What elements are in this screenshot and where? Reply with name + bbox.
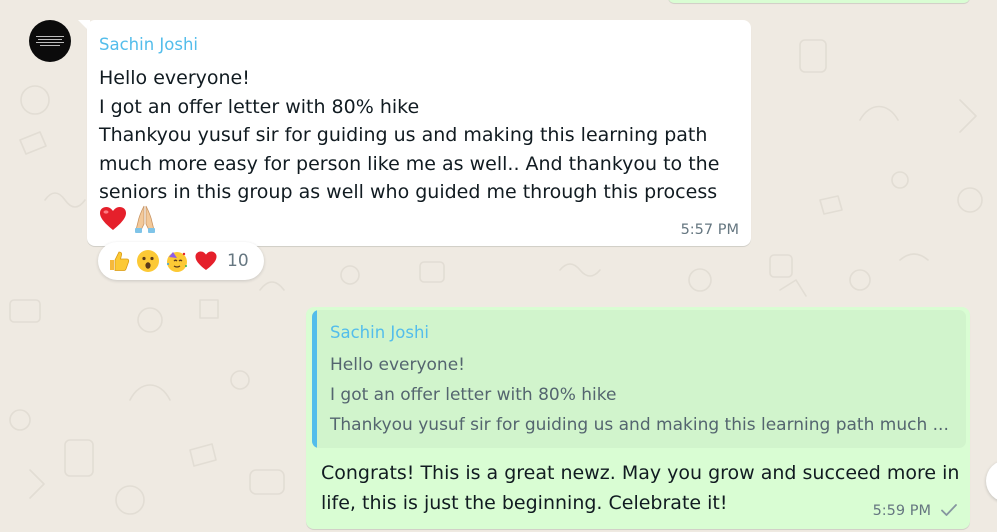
sender-avatar[interactable] [29, 20, 71, 62]
thumbs-up-emoji [110, 251, 130, 271]
quoted-line: Hello everyone! [330, 355, 465, 375]
reaction-count: 10 [227, 251, 249, 271]
red-heart-emoji [100, 207, 126, 230]
quoted-line: I got an offer letter with 80% hike [330, 385, 617, 405]
folded-hands-emoji [135, 205, 155, 233]
message-line: I got an offer letter with 80% hike [99, 95, 420, 118]
message-line: life, this is just the beginning. Celebr… [321, 491, 728, 514]
reply-text: Congrats! This is a great newz. May you … [321, 459, 961, 518]
surprised-face-emoji [137, 250, 159, 272]
previous-message-bubble [668, 0, 970, 3]
message-emoji-line [99, 204, 159, 234]
sender-name[interactable]: Sachin Joshi [99, 35, 198, 54]
message-line: Congrats! This is a great newz. May you … [321, 462, 960, 484]
message-line: seniors in this group as well who guided… [99, 181, 718, 203]
message-text: Hello everyone! I got an offer letter wi… [99, 64, 739, 207]
avatar-image [35, 34, 65, 48]
red-heart-emoji [195, 251, 217, 270]
message-timestamp: 5:59 PM [872, 503, 931, 519]
message-line: Hello everyone! [99, 67, 250, 89]
message-timestamp: 5:57 PM [680, 222, 739, 238]
incoming-message-bubble[interactable]: Sachin Joshi Hello everyone! I got an of… [87, 20, 751, 246]
quoted-line: Thankyou yusuf sir for guiding us and ma… [330, 415, 949, 435]
quote-accent-bar [312, 310, 317, 448]
quoted-sender-name: Sachin Joshi [330, 323, 429, 342]
party-face-emoji [167, 252, 187, 272]
message-line: Thankyou yusuf sir for guiding us and ma… [99, 124, 708, 146]
outgoing-message-bubble[interactable]: Sachin Joshi Hello everyone! I got an of… [306, 307, 970, 529]
quoted-message[interactable]: Sachin Joshi Hello everyone! I got an of… [312, 310, 966, 448]
single-check-icon [941, 504, 957, 516]
reactions-pill[interactable]: 10 [98, 242, 264, 280]
message-line: much more easy for person like me as wel… [99, 152, 720, 175]
